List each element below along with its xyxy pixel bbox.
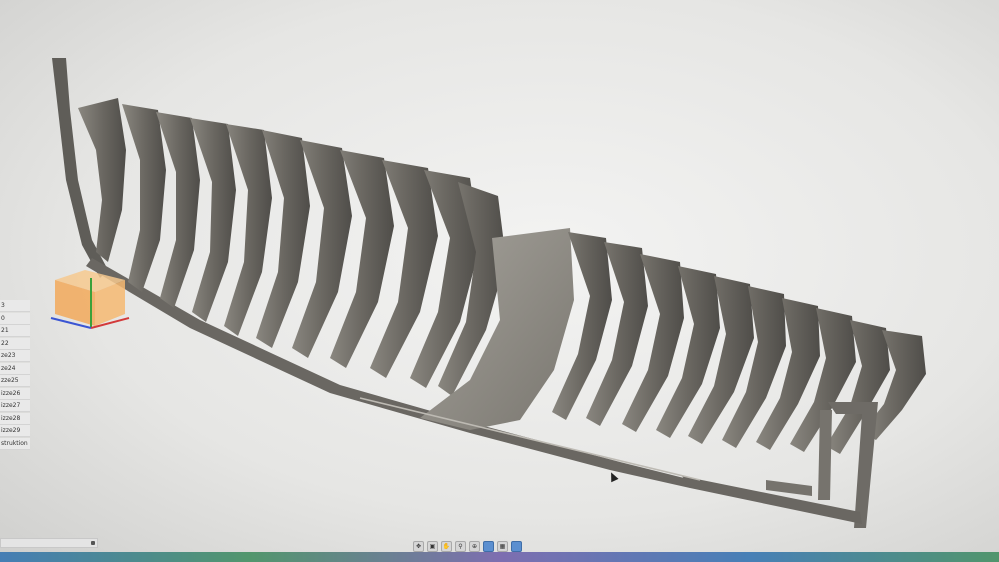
browser-item[interactable]: 22 [0,337,30,350]
browser-item[interactable]: 21 [0,325,30,337]
forward-ribs [78,98,506,396]
orbit-icon[interactable]: ✥ [413,541,424,552]
3d-viewport[interactable] [0,0,999,545]
grid-icon[interactable]: ▦ [497,541,508,552]
browser-item[interactable]: 3 [0,300,30,312]
look-at-icon[interactable]: ▣ [427,541,438,552]
zoom-icon[interactable]: ⚲ [455,541,466,552]
viewports-icon[interactable] [511,541,522,552]
display-settings-icon[interactable] [483,541,494,552]
browser-item[interactable]: 0 [0,312,30,325]
pan-icon[interactable]: ✋ [441,541,452,552]
browser-item[interactable]: ze23 [0,350,30,362]
timeline-bar[interactable] [0,538,98,548]
model-browser-panel: 3 0 21 22 ze23 ze24 zze25 izze26 izze27 … [0,300,30,460]
browser-item[interactable]: struktion [0,437,30,450]
boat-hull-model[interactable] [0,0,999,545]
timeline-marker-icon[interactable] [91,541,95,545]
browser-item[interactable]: izze29 [0,425,30,437]
browser-item[interactable]: izze27 [0,400,30,412]
browser-item[interactable]: ze24 [0,362,30,375]
browser-item[interactable]: izze26 [0,387,30,400]
fit-icon[interactable]: ⊕ [469,541,480,552]
browser-item[interactable]: zze25 [0,375,30,387]
browser-item[interactable]: izze28 [0,412,30,425]
taskbar[interactable] [0,552,999,562]
view-cube-icon[interactable] [45,268,135,338]
